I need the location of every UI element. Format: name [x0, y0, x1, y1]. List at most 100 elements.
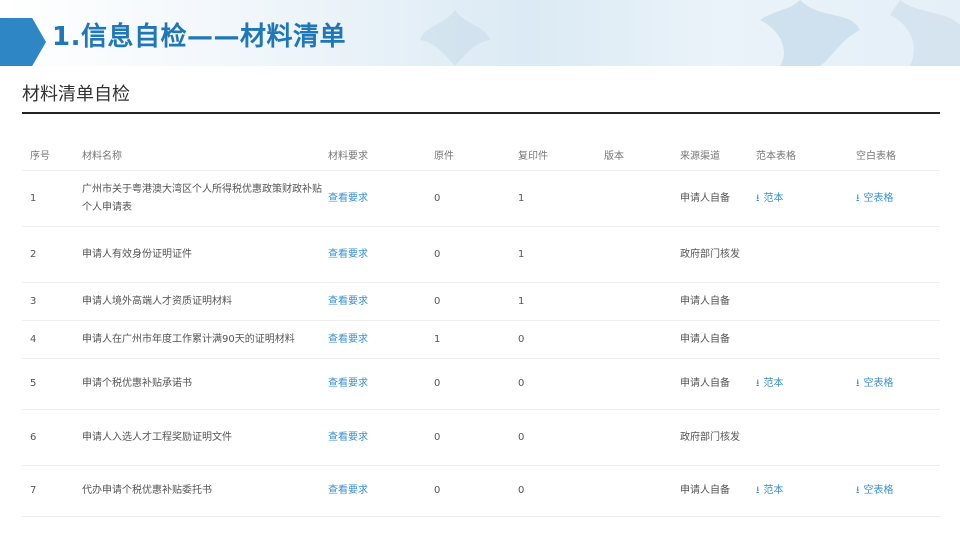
view-requirement-link[interactable]: 查看要求 [328, 409, 434, 466]
download-icon: ⭳ [856, 485, 860, 496]
sample-form-cell [756, 282, 856, 321]
table-row: 3 申请人境外高端人才资质证明材料 查看要求 0 1 申请人自备 [22, 282, 940, 321]
table-row: 1 广州市关于粤港澳大湾区个人所得税优惠政策财政补贴个人申请表 查看要求 0 1… [22, 170, 940, 227]
table-header-row: 序号 材料名称 材料要求 原件 复印件 版本 来源渠道 范本表格 空白表格 [22, 138, 940, 171]
header-requirement: 材料要求 [328, 138, 434, 171]
row-index: 5 [22, 358, 82, 410]
view-requirement-link[interactable]: 查看要求 [328, 282, 434, 321]
blank-form-cell [856, 226, 940, 283]
row-material-name: 申请人在广州市年度工作累计满90天的证明材料 [82, 320, 328, 359]
row-copy-count: 1 [518, 226, 604, 283]
table-row: 6 申请人入选人才工程奖励证明文件 查看要求 0 0 政府部门核发 [22, 409, 940, 466]
row-index: 2 [22, 226, 82, 283]
header-index: 序号 [22, 138, 82, 171]
row-material-name: 代办申请个税优惠补贴委托书 [82, 465, 328, 517]
row-copy-count: 0 [518, 320, 604, 359]
row-version [604, 226, 680, 283]
sample-form-link[interactable]: ⭳ 范本 [756, 465, 856, 517]
row-index: 7 [22, 465, 82, 517]
row-copy-count: 1 [518, 170, 604, 227]
row-source: 申请人自备 [680, 170, 756, 227]
table-row: 5 申请个税优惠补贴承诺书 查看要求 0 0 申请人自备 ⭳ 范本 ⭳ 空表格 [22, 358, 940, 410]
blank-form-link[interactable]: ⭳ 空表格 [856, 358, 940, 410]
row-source: 政府部门核发 [680, 409, 756, 466]
banner-title: 1.信息自检——材料清单 [52, 22, 346, 52]
row-index: 3 [22, 282, 82, 321]
row-version [604, 409, 680, 466]
blank-form-label: 空表格 [863, 378, 894, 389]
row-version [604, 170, 680, 227]
view-requirement-link[interactable]: 查看要求 [328, 358, 434, 410]
row-material-name: 申请人入选人才工程奖励证明文件 [82, 409, 328, 466]
header-name: 材料名称 [82, 138, 328, 171]
row-version [604, 282, 680, 321]
view-requirement-link[interactable]: 查看要求 [328, 465, 434, 517]
download-icon: ⭳ [756, 192, 760, 204]
row-copy-count: 0 [518, 358, 604, 410]
sample-form-cell [756, 320, 856, 359]
blank-form-label: 空表格 [863, 192, 894, 204]
row-source: 政府部门核发 [680, 226, 756, 283]
row-source: 申请人自备 [680, 465, 756, 517]
table-row: 2 申请人有效身份证明证件 查看要求 0 1 政府部门核发 [22, 226, 940, 283]
sample-form-label: 范本 [763, 192, 784, 204]
row-material-name: 申请人境外高端人才资质证明材料 [82, 282, 328, 321]
header-version: 版本 [604, 138, 680, 171]
download-icon: ⭳ [856, 192, 860, 204]
banner-accent-arrow [0, 18, 46, 66]
row-copy-count: 1 [518, 282, 604, 321]
row-original-count: 0 [434, 170, 518, 227]
row-original-count: 0 [434, 226, 518, 283]
row-original-count: 0 [434, 358, 518, 410]
section-divider [22, 112, 940, 114]
download-icon: ⭳ [856, 378, 860, 389]
blank-form-cell [856, 320, 940, 359]
header-blank-form: 空白表格 [856, 138, 940, 171]
row-material-name: 申请人有效身份证明证件 [82, 226, 328, 283]
section-title: 材料清单自检 [22, 84, 130, 105]
row-source: 申请人自备 [680, 320, 756, 359]
blank-form-link[interactable]: ⭳ 空表格 [856, 465, 940, 517]
header-copy: 复印件 [518, 138, 604, 171]
row-version [604, 358, 680, 410]
row-version [604, 320, 680, 359]
download-icon: ⭳ [756, 378, 760, 389]
material-table: 序号 材料名称 材料要求 原件 复印件 版本 来源渠道 范本表格 空白表格 1 … [22, 138, 940, 517]
blank-form-cell [856, 409, 940, 466]
sample-form-link[interactable]: ⭳ 范本 [756, 170, 856, 227]
blank-form-cell [856, 282, 940, 321]
table-row: 7 代办申请个税优惠补贴委托书 查看要求 0 0 申请人自备 ⭳ 范本 ⭳ 空表格 [22, 465, 940, 517]
row-original-count: 0 [434, 282, 518, 321]
blank-form-label: 空表格 [863, 485, 894, 496]
view-requirement-link[interactable]: 查看要求 [328, 320, 434, 359]
sample-form-label: 范本 [763, 378, 784, 389]
table-row: 4 申请人在广州市年度工作累计满90天的证明材料 查看要求 1 0 申请人自备 [22, 320, 940, 359]
row-original-count: 0 [434, 465, 518, 517]
flower-decoration-left [420, 10, 490, 66]
view-requirement-link[interactable]: 查看要求 [328, 170, 434, 227]
header-original: 原件 [434, 138, 518, 171]
sample-form-cell [756, 409, 856, 466]
row-version [604, 465, 680, 517]
download-icon: ⭳ [756, 485, 760, 496]
row-source: 申请人自备 [680, 282, 756, 321]
row-copy-count: 0 [518, 465, 604, 517]
row-index: 4 [22, 320, 82, 359]
header-source: 来源渠道 [680, 138, 756, 171]
header-sample-form: 范本表格 [756, 138, 856, 171]
flower-decoration-right [760, 0, 960, 66]
sample-form-label: 范本 [763, 485, 784, 496]
row-index: 6 [22, 409, 82, 466]
row-material-name: 申请个税优惠补贴承诺书 [82, 358, 328, 410]
blank-form-link[interactable]: ⭳ 空表格 [856, 170, 940, 227]
row-original-count: 1 [434, 320, 518, 359]
sample-form-link[interactable]: ⭳ 范本 [756, 358, 856, 410]
row-index: 1 [22, 170, 82, 227]
view-requirement-link[interactable]: 查看要求 [328, 226, 434, 283]
row-material-name: 广州市关于粤港澳大湾区个人所得税优惠政策财政补贴个人申请表 [82, 170, 328, 227]
material-table-container: 序号 材料名称 材料要求 原件 复印件 版本 来源渠道 范本表格 空白表格 1 … [22, 138, 940, 517]
row-original-count: 0 [434, 409, 518, 466]
sample-form-cell [756, 226, 856, 283]
header-banner: 1.信息自检——材料清单 [0, 0, 960, 66]
row-copy-count: 0 [518, 409, 604, 466]
